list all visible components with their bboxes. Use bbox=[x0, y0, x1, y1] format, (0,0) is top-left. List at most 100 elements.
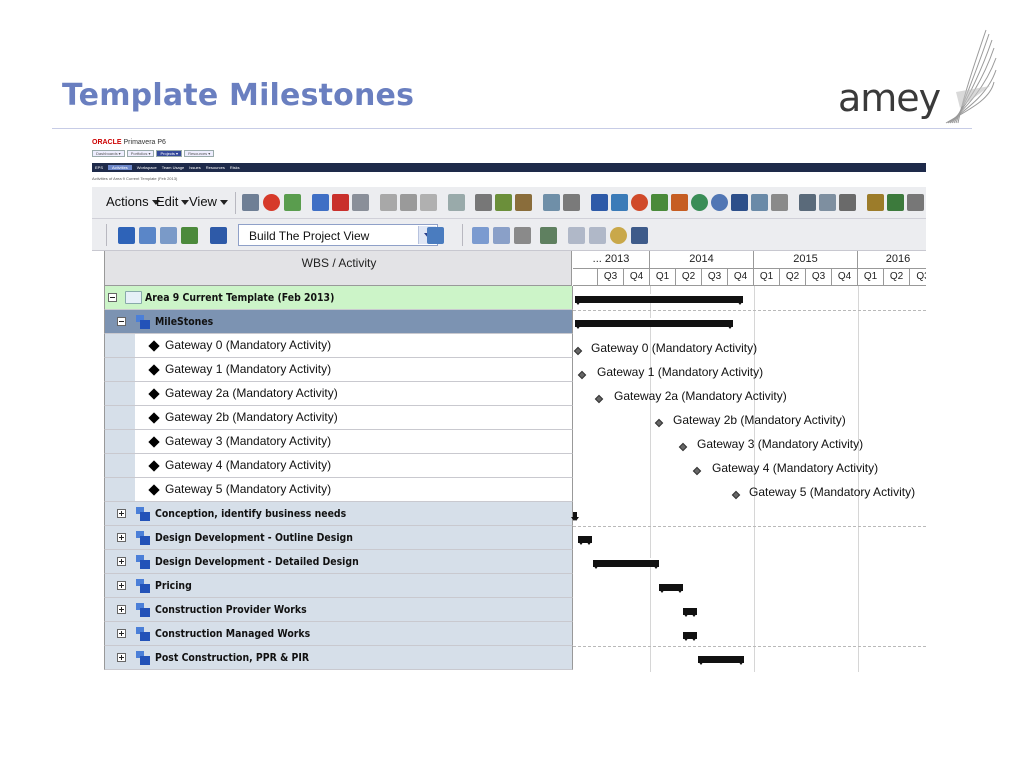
home-icon[interactable] bbox=[563, 194, 580, 211]
gantt-milestone-marker[interactable] bbox=[594, 394, 604, 404]
layout-table-icon[interactable] bbox=[118, 227, 135, 244]
gantt-bar-post-construction[interactable] bbox=[698, 654, 744, 665]
gantt-milestone-marker[interactable] bbox=[577, 370, 587, 380]
gantt-bar-managed-works[interactable] bbox=[683, 630, 697, 641]
baseline-icon[interactable] bbox=[751, 194, 768, 211]
gantt-milestone-marker[interactable] bbox=[692, 466, 702, 476]
bars-icon[interactable] bbox=[540, 227, 557, 244]
filter-icon[interactable] bbox=[514, 227, 531, 244]
layout-tree-icon[interactable] bbox=[160, 227, 177, 244]
table-row[interactable]: Gateway 2b (Mandatory Activity) bbox=[104, 406, 573, 430]
layout-select[interactable]: Build The Project View bbox=[238, 224, 438, 246]
gantt-milestone-marker[interactable] bbox=[678, 442, 688, 452]
export-icon[interactable] bbox=[887, 194, 904, 211]
layout-columns-icon[interactable] bbox=[139, 227, 156, 244]
table-row[interactable]: Gateway 2a (Mandatory Activity) bbox=[104, 382, 573, 406]
resource-icon[interactable] bbox=[380, 194, 397, 211]
table-row-wbs[interactable]: Post Construction, PPR & PIR bbox=[104, 646, 573, 670]
expand-icon[interactable] bbox=[117, 557, 126, 566]
table-row[interactable]: Gateway 3 (Mandatory Activity) bbox=[104, 430, 573, 454]
assign-icon[interactable] bbox=[312, 194, 329, 211]
hierarchy-icon[interactable] bbox=[420, 194, 437, 211]
nav-issues[interactable]: Issues bbox=[189, 165, 201, 170]
collapse-icon[interactable] bbox=[108, 293, 117, 302]
tab-projects[interactable]: Projects ▾ bbox=[156, 150, 183, 157]
table-row-wbs[interactable]: Construction Provider Works bbox=[104, 598, 573, 622]
edit-menu[interactable]: Edit bbox=[156, 194, 189, 209]
tab-resources[interactable]: Resources ▾ bbox=[184, 150, 215, 157]
print-icon[interactable] bbox=[799, 194, 816, 211]
gantt-bar-conception[interactable] bbox=[571, 510, 579, 521]
gantt-bar-pricing[interactable] bbox=[659, 582, 683, 593]
gantt-milestone-marker[interactable] bbox=[573, 346, 583, 356]
link-icon[interactable] bbox=[448, 194, 465, 211]
summarize-icon[interactable] bbox=[631, 194, 648, 211]
table-row[interactable]: Gateway 5 (Mandatory Activity) bbox=[104, 478, 573, 502]
expand-icon[interactable] bbox=[117, 629, 126, 638]
import-icon[interactable] bbox=[867, 194, 884, 211]
wbs-column-header[interactable]: WBS / Activity bbox=[104, 251, 572, 286]
gantt-milestone-marker[interactable] bbox=[731, 490, 741, 500]
paste-icon[interactable] bbox=[495, 194, 512, 211]
table-row[interactable]: Gateway 1 (Mandatory Activity) bbox=[104, 358, 573, 382]
table-row-wbs[interactable]: Design Development - Outline Design bbox=[104, 526, 573, 550]
fit-timescale-icon[interactable] bbox=[631, 227, 648, 244]
nav-resources[interactable]: Resources bbox=[206, 165, 225, 170]
apply-actuals-icon[interactable] bbox=[651, 194, 668, 211]
table-row-project[interactable]: Area 9 Current Template (Feb 2013) bbox=[104, 286, 573, 310]
table-row-wbs[interactable]: Pricing bbox=[104, 574, 573, 598]
zoom-icon[interactable] bbox=[610, 227, 627, 244]
add-icon[interactable] bbox=[284, 194, 301, 211]
table-row-wbs[interactable]: Conception, identify business needs bbox=[104, 502, 573, 526]
nav-eps[interactable]: EPS bbox=[95, 165, 103, 170]
copy-icon[interactable] bbox=[475, 194, 492, 211]
layout-open-icon[interactable] bbox=[210, 227, 227, 244]
cancel-icon[interactable] bbox=[263, 194, 280, 211]
level-icon[interactable] bbox=[611, 194, 628, 211]
actions-menu[interactable]: Actions bbox=[106, 194, 160, 209]
report-icon[interactable] bbox=[839, 194, 856, 211]
gantt-bar-outline-design[interactable] bbox=[578, 534, 592, 545]
collapse-icon[interactable] bbox=[117, 317, 126, 326]
nav-risks[interactable]: Risks bbox=[230, 165, 240, 170]
gantt-milestone-marker[interactable] bbox=[654, 418, 664, 428]
gantt-bar-provider-works[interactable] bbox=[683, 606, 697, 617]
gantt-bar-detailed-design[interactable] bbox=[593, 558, 659, 569]
progress-icon[interactable] bbox=[691, 194, 708, 211]
group-sort-icon[interactable] bbox=[493, 227, 510, 244]
table-row[interactable]: Gateway 0 (Mandatory Activity) bbox=[104, 334, 573, 358]
nav-workspace[interactable]: Workspace bbox=[137, 165, 157, 170]
table-row-wbs[interactable]: Construction Managed Works bbox=[104, 622, 573, 646]
expand-icon[interactable] bbox=[117, 533, 126, 542]
dissolve-icon[interactable] bbox=[352, 194, 369, 211]
delete-icon[interactable] bbox=[332, 194, 349, 211]
expand-all-icon[interactable] bbox=[568, 227, 585, 244]
nav-activities[interactable]: Activities bbox=[108, 165, 132, 170]
role-icon[interactable] bbox=[400, 194, 417, 211]
print-preview-icon[interactable] bbox=[819, 194, 836, 211]
notebook-icon[interactable] bbox=[515, 194, 532, 211]
table-row[interactable]: Gateway 4 (Mandatory Activity) bbox=[104, 454, 573, 478]
view-menu[interactable]: View bbox=[189, 194, 228, 209]
notes-icon[interactable] bbox=[771, 194, 788, 211]
nav-team-usage[interactable]: Team Usage bbox=[162, 165, 184, 170]
schedule-icon[interactable] bbox=[591, 194, 608, 211]
layout-calendar-icon[interactable] bbox=[181, 227, 198, 244]
expand-icon[interactable] bbox=[117, 605, 126, 614]
recalc-icon[interactable] bbox=[711, 194, 728, 211]
calendar-icon[interactable] bbox=[731, 194, 748, 211]
relationship-icon[interactable] bbox=[543, 194, 560, 211]
gantt-summary-bar-project[interactable] bbox=[575, 294, 743, 305]
expand-icon[interactable] bbox=[117, 581, 126, 590]
expand-icon[interactable] bbox=[117, 653, 126, 662]
more-icon[interactable] bbox=[907, 194, 924, 211]
columns-icon[interactable] bbox=[472, 227, 489, 244]
layout-options-icon[interactable] bbox=[427, 227, 444, 244]
collapse-all-icon[interactable] bbox=[589, 227, 606, 244]
tab-portfolios[interactable]: Portfolios ▾ bbox=[126, 150, 155, 157]
save-icon[interactable] bbox=[242, 194, 259, 211]
table-row-wbs[interactable]: Design Development - Detailed Design bbox=[104, 550, 573, 574]
expand-icon[interactable] bbox=[117, 509, 126, 518]
gantt-summary-bar-milestones[interactable] bbox=[575, 318, 733, 329]
store-period-icon[interactable] bbox=[671, 194, 688, 211]
